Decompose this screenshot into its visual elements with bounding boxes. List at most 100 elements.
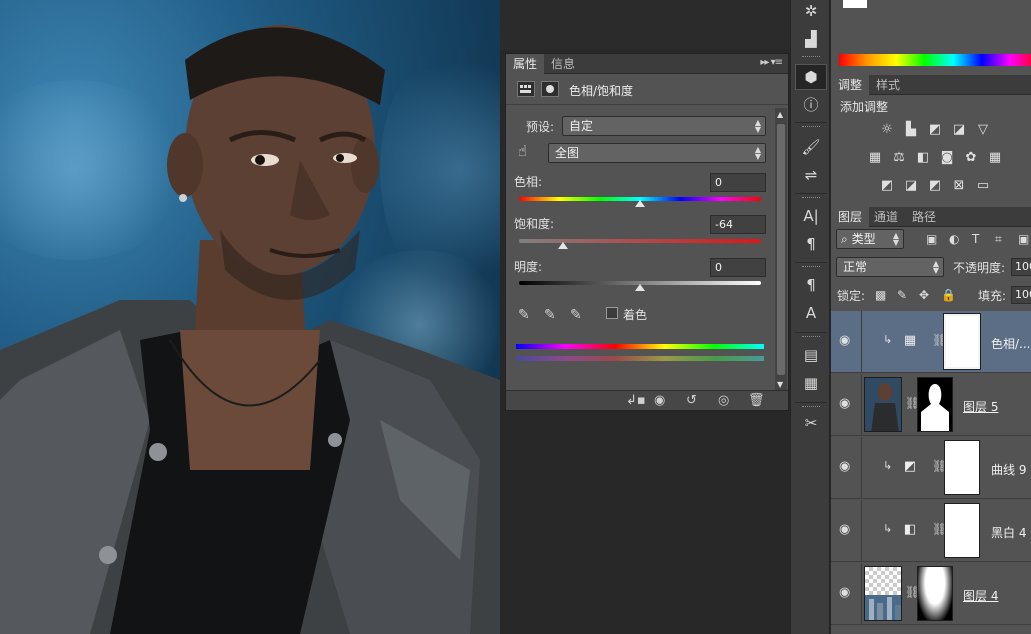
lightness-slider-thumb[interactable]	[635, 284, 645, 291]
visibility-eye-icon[interactable]: ◉	[839, 522, 850, 537]
layer-row[interactable]: ◉ ↳ ◧ ⛓ 黑白 4	[831, 500, 1031, 562]
filter-shape-icon[interactable]: ⌗	[995, 232, 1002, 247]
vibrance-icon[interactable]: ▽	[974, 122, 992, 138]
saturation-slider[interactable]	[519, 239, 761, 243]
scroll-down-icon[interactable]: ▼	[777, 380, 783, 389]
tab-paths[interactable]: 路径	[905, 207, 943, 227]
targeted-adjustment-hand-icon[interactable]: ☝	[518, 142, 527, 160]
tab-properties[interactable]: 属性	[506, 54, 545, 74]
properties-dock-icon[interactable]: ⬢	[800, 66, 822, 88]
hue-slider-thumb[interactable]	[635, 200, 645, 207]
navigator-icon[interactable]: ✲	[800, 0, 822, 22]
lock-all-icon[interactable]: 🔒	[941, 288, 956, 302]
black-white-icon[interactable]: ◧	[914, 150, 932, 166]
filter-smart-object-icon[interactable]: ▣	[1018, 232, 1029, 246]
tab-channels[interactable]: 通道	[867, 207, 905, 227]
lock-transparent-icon[interactable]: ▩	[875, 288, 886, 302]
filter-type-icon[interactable]: T	[972, 232, 979, 246]
character-icon[interactable]: A|	[800, 205, 822, 227]
toggle-visibility-icon[interactable]: ◎	[718, 393, 729, 408]
visibility-eye-icon[interactable]: ◉	[839, 459, 850, 474]
layer-row[interactable]: ◉ ⛓ 图层 5	[831, 374, 1031, 436]
threshold-icon[interactable]: ◩	[926, 178, 944, 194]
fill-input[interactable]: 100	[1011, 286, 1031, 304]
lock-image-icon[interactable]: ✎	[897, 288, 907, 302]
preset-select[interactable]: 自定 ▲ ▼	[562, 116, 766, 136]
scroll-up-icon[interactable]: ▲	[777, 110, 783, 119]
lock-position-icon[interactable]: ✥	[919, 288, 929, 302]
histogram-icon[interactable]: ▟	[800, 28, 822, 50]
history-icon[interactable]: ▦	[800, 372, 822, 394]
mask-icon[interactable]	[541, 81, 559, 97]
filter-pixel-icon[interactable]: ▣	[926, 232, 937, 246]
tab-info[interactable]: 信息	[544, 54, 582, 74]
layer-mask-thumbnail[interactable]	[943, 313, 981, 370]
adjustment-type-icon[interactable]	[517, 81, 535, 97]
layer-name[interactable]: 图层 5	[963, 398, 998, 415]
blend-mode-select[interactable]: 正常 ▲ ▼	[836, 257, 944, 277]
actions-icon[interactable]: ▤	[800, 344, 822, 366]
info-icon[interactable]: ⓘ	[800, 94, 822, 116]
channel-select[interactable]: 全图 ▲ ▼	[548, 143, 766, 163]
dock-grip[interactable]	[802, 336, 820, 339]
dock-grip[interactable]	[802, 266, 820, 269]
layer-mask-thumbnail[interactable]	[944, 503, 980, 558]
reset-icon[interactable]: ↺	[686, 393, 697, 408]
layer-mask-thumbnail[interactable]	[944, 440, 980, 495]
dock-grip[interactable]	[802, 126, 820, 129]
delete-icon[interactable]: 🗑	[748, 393, 765, 408]
hue-input[interactable]: 0	[710, 173, 766, 192]
eyedropper-icon[interactable]: ✎	[518, 307, 530, 323]
channel-mixer-icon[interactable]: ✿	[962, 150, 980, 166]
posterize-icon[interactable]: ◪	[902, 178, 920, 194]
selective-color-icon[interactable]: ⊠	[950, 178, 968, 194]
tab-layers[interactable]: 图层	[831, 207, 870, 227]
clip-to-layer-icon[interactable]: ↲▪	[626, 393, 646, 408]
properties-scrollbar[interactable]: ▲ ▼	[775, 108, 787, 391]
layer-row[interactable]: ◉ ↳ ◩ ⛓ 曲线 9	[831, 437, 1031, 499]
invert-icon[interactable]: ◩	[878, 178, 896, 194]
visibility-eye-icon[interactable]: ◉	[839, 333, 850, 348]
levels-icon[interactable]: ▙	[902, 122, 920, 138]
color-swatch[interactable]	[843, 0, 867, 8]
layer-name[interactable]: 黑白 4	[991, 524, 1026, 541]
brush-presets-icon[interactable]: 🖌	[800, 136, 822, 158]
tools-icon[interactable]: ✂	[800, 412, 822, 434]
dock-grip[interactable]	[802, 197, 820, 200]
layer-thumbnail[interactable]	[864, 566, 902, 621]
eyedropper-minus-icon[interactable]: ✎	[570, 307, 582, 323]
color-lookup-icon[interactable]: ▦	[986, 150, 1004, 166]
visibility-eye-icon[interactable]: ◉	[839, 585, 850, 600]
layer-name[interactable]: 色相/...	[991, 335, 1031, 352]
saturation-slider-thumb[interactable]	[557, 242, 568, 249]
paragraph-styles-icon[interactable]: ¶	[800, 274, 822, 296]
dock-grip[interactable]	[802, 56, 820, 59]
layer-name[interactable]: 曲线 9	[991, 461, 1026, 478]
curves-icon[interactable]: ◩	[926, 122, 944, 138]
color-spectrum[interactable]	[839, 54, 1031, 66]
gradient-map-icon[interactable]: ▭	[974, 178, 992, 194]
color-balance-icon[interactable]: ⚖	[890, 150, 908, 166]
exposure-icon[interactable]: ◪	[950, 122, 968, 138]
layer-thumbnail[interactable]	[864, 377, 902, 432]
layer-row[interactable]: ◉ ↳ ▦ ⛓ 色相/...	[831, 311, 1031, 373]
character-styles-icon[interactable]: A	[800, 302, 822, 324]
colorize-checkbox[interactable]	[606, 307, 618, 319]
panel-menu-icon[interactable]: ▸▸ ▾≡	[760, 57, 783, 68]
layer-row[interactable]: ◉ ⛓ 图层 4	[831, 563, 1031, 625]
scrollbar-thumb[interactable]	[777, 124, 785, 375]
paragraph-icon[interactable]: ¶	[800, 233, 822, 255]
layer-mask-thumbnail[interactable]	[917, 566, 953, 621]
saturation-input[interactable]: -64	[710, 215, 766, 234]
visibility-eye-icon[interactable]: ◉	[839, 396, 850, 411]
dock-grip[interactable]	[802, 406, 820, 409]
tab-styles[interactable]: 样式	[869, 75, 907, 95]
tab-adjustments[interactable]: 调整	[831, 75, 870, 95]
layer-name[interactable]: 图层 4	[963, 587, 998, 604]
tool-presets-icon[interactable]: ⇌	[800, 164, 822, 186]
layer-filter-select[interactable]: ⌕ 类型 ▲ ▼	[836, 229, 904, 249]
document-canvas[interactable]	[0, 0, 500, 634]
eyedropper-plus-icon[interactable]: ✎	[544, 307, 556, 323]
brightness-contrast-icon[interactable]: ☼	[878, 122, 896, 138]
photo-filter-icon[interactable]: ◙	[938, 150, 956, 166]
